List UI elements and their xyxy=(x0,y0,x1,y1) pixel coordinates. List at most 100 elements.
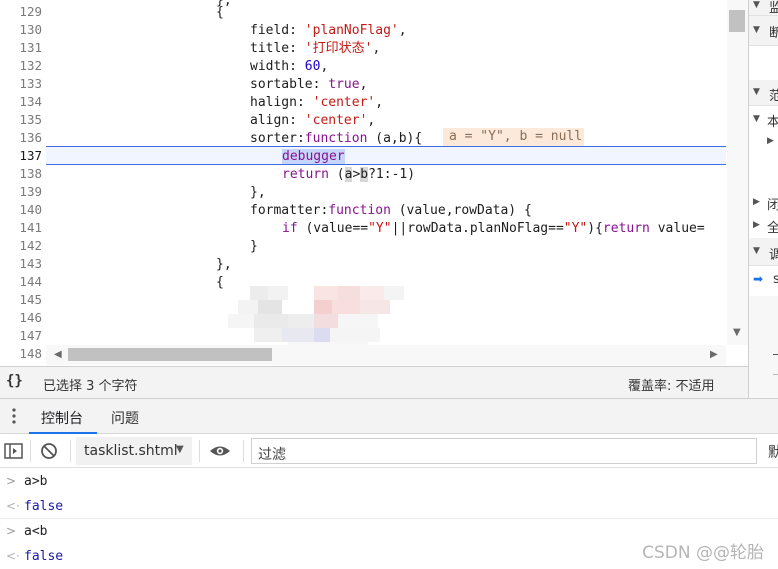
scope-body: ▼ 本 ▶ ▶ 闭 ▶ 全 xyxy=(749,106,778,236)
line-number[interactable]: 148 xyxy=(0,345,42,363)
call-stack-frame[interactable]: ➡ s xyxy=(749,266,778,297)
console-output[interactable]: > a>b <· false > a<b <· false CSDN @@轮胎 xyxy=(0,468,778,569)
dropdown-arrow-icon: ▼ xyxy=(176,444,184,455)
code-line-130: { xyxy=(216,4,224,22)
line-number[interactable]: 142 xyxy=(0,237,42,255)
line-number[interactable]: 137 xyxy=(0,147,42,165)
section-watch[interactable]: ▼监 xyxy=(749,0,778,16)
debugger-sidebar[interactable]: ▼监 ▼断 ▼范 ▼ 本 ▶ ▶ 闭 ▶ 全 ▼调 ➡ s xyxy=(748,0,778,400)
code-punct: , xyxy=(375,95,384,110)
section-breakpoints[interactable]: ▼断 xyxy=(749,16,778,46)
tab-label: 问题 xyxy=(111,411,139,427)
code-number: 60 xyxy=(304,59,321,74)
horizontal-scrollbar-thumb[interactable] xyxy=(68,348,272,361)
more-options-icon[interactable] xyxy=(8,406,20,426)
tab-issues[interactable]: 问题 xyxy=(100,399,154,434)
line-number[interactable]: 132 xyxy=(0,57,42,75)
console-input-row: > a>b xyxy=(0,469,778,494)
expand-icon[interactable]: ▼ xyxy=(753,114,760,124)
console-filter-input[interactable]: 过滤 xyxy=(251,438,757,464)
scope-local-label[interactable]: 本 xyxy=(767,111,778,130)
log-levels-dropdown[interactable]: 默 xyxy=(768,442,778,462)
expand-icon[interactable]: ▶ xyxy=(753,197,760,207)
line-number[interactable]: 140 xyxy=(0,201,42,219)
call-frame-label: s xyxy=(773,272,778,287)
code-keyword: if xyxy=(282,221,298,236)
code-string: "Y" xyxy=(368,221,392,236)
console-input-text: a<b xyxy=(24,524,48,539)
line-number-gutter[interactable]: 129 130 131 132 133 134 135 136 137 138 139 140 141 1… xyxy=(0,0,46,366)
line-number[interactable]: 131 xyxy=(0,39,42,57)
tab-label: 控制台 xyxy=(41,411,83,427)
sidebar-toggle-icon[interactable] xyxy=(4,442,24,464)
line-number[interactable]: 145 xyxy=(0,291,42,309)
code-args: (a,b){ xyxy=(367,131,423,146)
code-keyword: function xyxy=(304,131,368,146)
section-call-stack[interactable]: ▼调 xyxy=(749,238,778,266)
expand-icon[interactable]: ▶ xyxy=(767,136,774,146)
tab-console[interactable]: 控制台 xyxy=(29,399,97,434)
code-line-137: sorter:function (a,b){ xyxy=(250,130,422,148)
line-number[interactable]: 138 xyxy=(0,165,42,183)
code-punct: ( xyxy=(328,167,345,182)
code-key: halign: xyxy=(250,95,313,110)
line-number[interactable]: 136 xyxy=(0,129,42,147)
clear-console-icon[interactable] xyxy=(40,442,58,464)
coverage-status[interactable]: 覆盖率: 不适用 xyxy=(628,375,715,394)
code-line-142: if (value=="Y"||rowData.planNoFlag=="Y")… xyxy=(282,220,705,238)
code-string: "Y" xyxy=(563,221,588,236)
line-number[interactable]: 139 xyxy=(0,183,42,201)
result-arrow-icon: <· xyxy=(6,499,20,513)
code-key: align: xyxy=(250,113,305,128)
code-line-136: align: 'center', xyxy=(250,112,375,130)
line-number[interactable]: 146 xyxy=(0,309,42,327)
csdn-watermark: CSDN @@轮胎 xyxy=(642,543,764,563)
code-text: value= xyxy=(649,221,705,236)
code-line-145: { xyxy=(216,274,224,292)
current-frame-arrow-icon: ➡ xyxy=(753,272,764,286)
line-number[interactable]: 147 xyxy=(0,327,42,345)
line-number[interactable]: 133 xyxy=(0,75,42,93)
line-number[interactable]: 135 xyxy=(0,111,42,129)
code-text: ||rowData.planNoFlag== xyxy=(391,221,564,236)
line-number[interactable]: 141 xyxy=(0,219,42,237)
code-key: sorter: xyxy=(250,131,305,146)
line-number[interactable]: 129 xyxy=(0,3,42,21)
scope-closure-label[interactable]: 闭 xyxy=(767,194,778,213)
horizontal-scrollbar[interactable]: ◀ ▶ xyxy=(46,345,726,365)
section-scope[interactable]: ▼范 xyxy=(749,80,778,106)
scope-global-label[interactable]: 全 xyxy=(767,217,778,236)
vertical-scrollbar[interactable]: ▼ xyxy=(727,0,748,345)
code-line-143: } xyxy=(250,238,258,256)
code-key: width: xyxy=(250,59,305,74)
paused-execution-line xyxy=(46,146,726,165)
pretty-print-button[interactable]: {} xyxy=(6,373,23,389)
code-punct: , xyxy=(320,59,329,74)
console-result-text: false xyxy=(24,549,64,564)
scroll-left-arrow-icon[interactable]: ◀ xyxy=(54,349,62,360)
line-number[interactable]: 143 xyxy=(0,255,42,273)
console-result-row: <· false xyxy=(0,494,778,519)
context-label: tasklist.shtml xyxy=(84,443,178,459)
vertical-scrollbar-thumb[interactable] xyxy=(729,10,745,32)
code-line-132: title: '打印状态', xyxy=(250,40,380,58)
code-key: field: xyxy=(250,23,305,38)
input-chevron-icon: > xyxy=(6,524,17,538)
code-text: ){ xyxy=(587,221,603,236)
expand-icon[interactable]: ▶ xyxy=(753,220,760,230)
line-number[interactable]: 130 xyxy=(0,21,42,39)
result-arrow-icon: <· xyxy=(6,549,20,563)
selection-status: 已选择 3 个字符 xyxy=(43,379,138,394)
line-number[interactable]: 134 xyxy=(0,93,42,111)
source-editor[interactable]: 129 130 131 132 133 134 135 136 137 138 139 140 141 1… xyxy=(0,0,748,366)
editor-status-bar: {} 已选择 3 个字符 覆盖率: 不适用 xyxy=(0,366,748,398)
execution-context-selector[interactable]: tasklist.shtml ▼ xyxy=(76,437,192,465)
scroll-right-arrow-icon[interactable]: ▶ xyxy=(710,349,718,360)
live-expression-eye-icon[interactable] xyxy=(209,442,231,464)
code-line-144: }, xyxy=(216,256,232,274)
code-punct: , xyxy=(359,77,368,92)
scroll-down-arrow-icon[interactable]: ▼ xyxy=(733,327,741,338)
line-number[interactable]: 144 xyxy=(0,273,42,291)
code-line-141: formatter:function (value,rowData) { xyxy=(250,202,532,220)
code-punct: , xyxy=(367,113,376,128)
